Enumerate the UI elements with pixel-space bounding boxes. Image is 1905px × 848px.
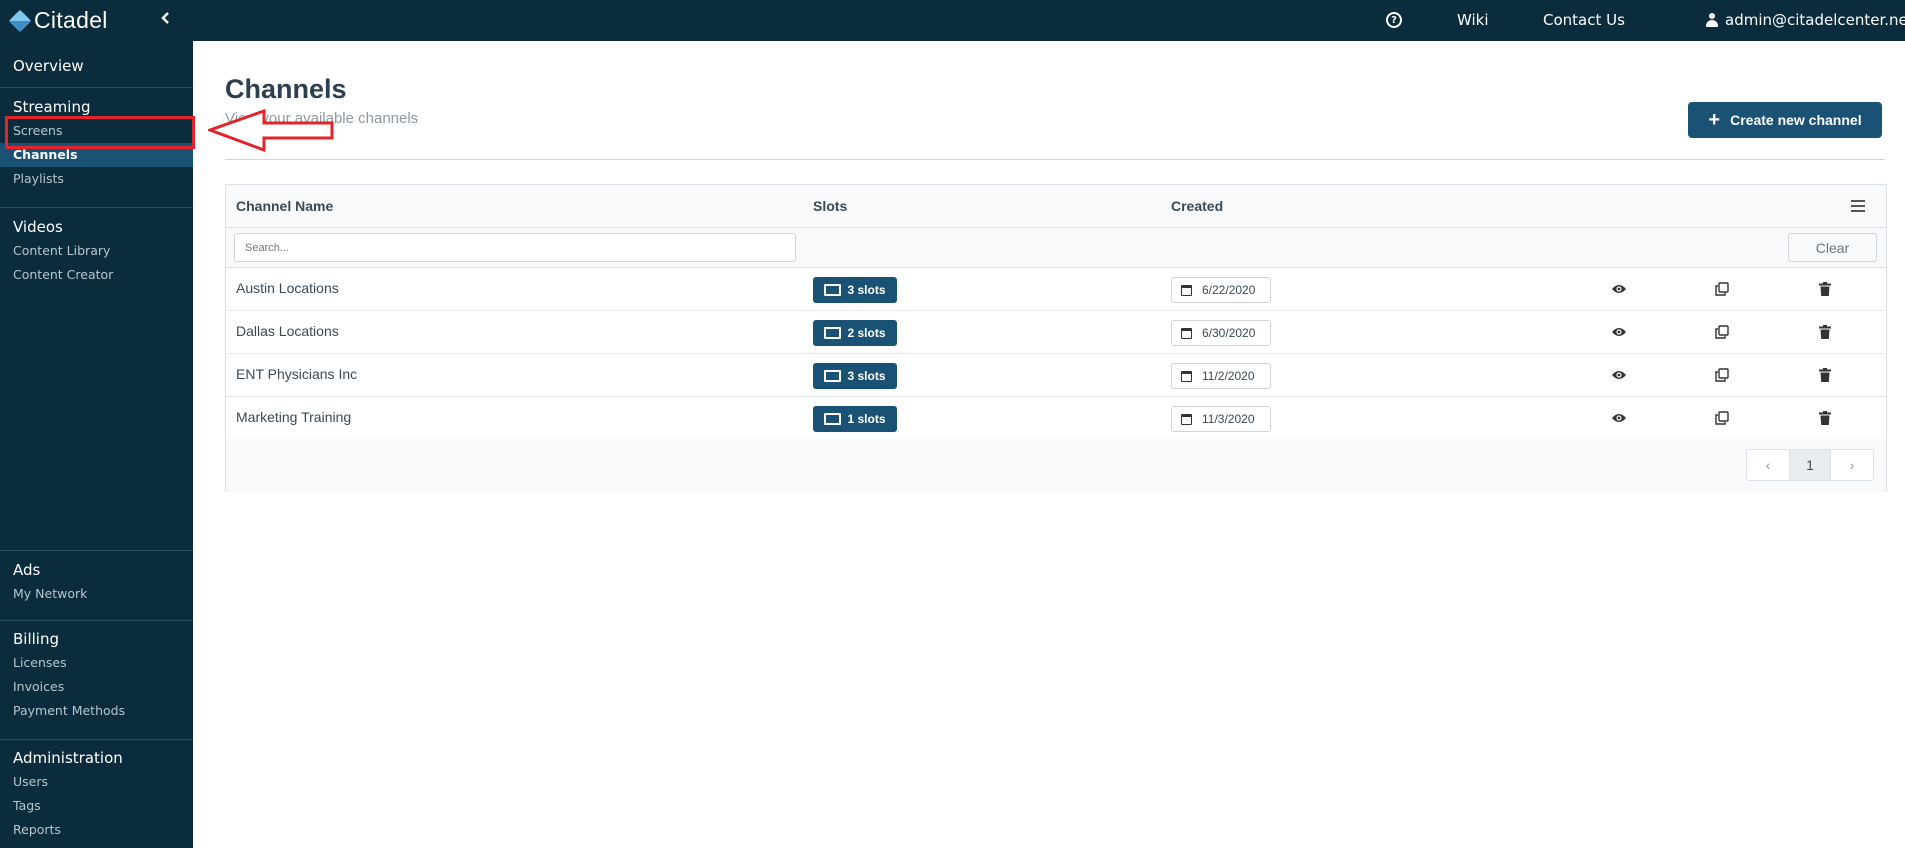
sidebar-item-invoices[interactable]: Invoices bbox=[0, 675, 193, 699]
monitor-icon bbox=[824, 284, 842, 296]
slots-count: 1 slots bbox=[847, 412, 886, 426]
pagination: ‹ 1 › bbox=[1746, 449, 1874, 481]
slots-count: 2 slots bbox=[847, 326, 886, 340]
channel-name[interactable]: Dallas Locations bbox=[236, 323, 339, 339]
wiki-link[interactable]: Wiki bbox=[1457, 11, 1489, 29]
sidebar-item-tags[interactable]: Tags bbox=[0, 794, 193, 818]
prev-page-button[interactable]: ‹ bbox=[1747, 450, 1789, 480]
monitor-icon bbox=[824, 413, 842, 425]
sidebar-item-playlists[interactable]: Playlists bbox=[0, 167, 193, 191]
delete-trash-icon[interactable] bbox=[1816, 280, 1834, 298]
created-date-value: 6/30/2020 bbox=[1202, 326, 1256, 340]
sidebar-item-content-creator[interactable]: Content Creator bbox=[0, 263, 193, 287]
sidebar-divider bbox=[0, 207, 193, 208]
calendar-icon bbox=[1181, 413, 1192, 425]
top-navbar: Citadel ? Wiki Contact Us admin@citadelc… bbox=[0, 0, 1905, 41]
annotation-arrow-icon bbox=[208, 108, 334, 153]
view-eye-icon[interactable] bbox=[1610, 409, 1628, 427]
sidebar-item-reports[interactable]: Reports bbox=[0, 818, 193, 842]
help-question-circle-icon[interactable]: ? bbox=[1386, 12, 1402, 28]
slots-badge[interactable]: 3 slots bbox=[813, 277, 897, 303]
copy-icon[interactable] bbox=[1713, 409, 1731, 427]
page-number-button[interactable]: 1 bbox=[1789, 450, 1831, 480]
filter-row: Clear bbox=[226, 228, 1886, 268]
monitor-icon bbox=[824, 370, 842, 382]
user-email: admin@citadelcenter.net bbox=[1725, 11, 1905, 29]
delete-trash-icon[interactable] bbox=[1816, 323, 1834, 341]
calendar-icon bbox=[1181, 284, 1192, 296]
slots-count: 3 slots bbox=[847, 369, 886, 383]
slots-count: 3 slots bbox=[847, 283, 886, 297]
delete-trash-icon[interactable] bbox=[1816, 409, 1834, 427]
next-page-button[interactable]: › bbox=[1831, 450, 1873, 480]
column-header-channel-name[interactable]: Channel Name bbox=[236, 198, 333, 214]
channel-name[interactable]: Austin Locations bbox=[236, 280, 339, 296]
delete-trash-icon[interactable] bbox=[1816, 366, 1834, 384]
sidebar-item-content-library[interactable]: Content Library bbox=[0, 239, 193, 263]
channel-name[interactable]: Marketing Training bbox=[236, 409, 351, 425]
view-eye-icon[interactable] bbox=[1610, 366, 1628, 384]
copy-icon[interactable] bbox=[1713, 280, 1731, 298]
column-menu-hamburger-icon[interactable] bbox=[1851, 200, 1865, 212]
column-header-created[interactable]: Created bbox=[1171, 198, 1223, 214]
sidebar-divider bbox=[0, 739, 193, 740]
calendar-icon bbox=[1181, 327, 1192, 339]
created-date: 6/30/2020 bbox=[1171, 320, 1271, 346]
search-input[interactable] bbox=[234, 233, 796, 262]
sidebar-item-overview[interactable]: Overview bbox=[0, 54, 193, 78]
table-footer: ‹ 1 › bbox=[226, 439, 1886, 492]
slots-badge[interactable]: 3 slots bbox=[813, 363, 897, 389]
calendar-icon bbox=[1181, 370, 1192, 382]
slots-badge[interactable]: 2 slots bbox=[813, 320, 897, 346]
table-row: Marketing Training 1 slots 11/3/2020 bbox=[226, 397, 1886, 440]
sidebar-item-users[interactable]: Users bbox=[0, 770, 193, 794]
sidebar: Overview Streaming Screens Channels Play… bbox=[0, 41, 193, 848]
copy-icon[interactable] bbox=[1713, 323, 1731, 341]
sidebar-heading-ads: Ads bbox=[13, 561, 41, 579]
view-eye-icon[interactable] bbox=[1610, 280, 1628, 298]
table-row: ENT Physicians Inc 3 slots 11/2/2020 bbox=[226, 354, 1886, 397]
sidebar-heading-billing: Billing bbox=[13, 630, 59, 648]
create-new-channel-button[interactable]: + Create new channel bbox=[1688, 102, 1882, 138]
monitor-icon bbox=[824, 327, 842, 339]
page-title: Channels bbox=[225, 74, 347, 104]
create-button-label: Create new channel bbox=[1730, 112, 1862, 128]
sidebar-item-payment-methods[interactable]: Payment Methods bbox=[0, 699, 193, 723]
sidebar-divider bbox=[0, 620, 193, 621]
created-date-value: 6/22/2020 bbox=[1202, 283, 1256, 297]
table-header: Channel Name Slots Created bbox=[226, 185, 1886, 228]
citadel-diamond-icon bbox=[8, 9, 32, 32]
clear-button[interactable]: Clear bbox=[1788, 233, 1877, 262]
sidebar-divider bbox=[0, 87, 193, 88]
created-date: 11/3/2020 bbox=[1171, 406, 1271, 432]
sidebar-heading-administration: Administration bbox=[13, 749, 123, 767]
citadel-logo[interactable]: Citadel bbox=[8, 7, 108, 34]
user-icon bbox=[1705, 13, 1719, 27]
sidebar-heading-videos: Videos bbox=[13, 218, 63, 236]
created-date-value: 11/2/2020 bbox=[1202, 369, 1255, 383]
channels-table: Channel Name Slots Created Clear Austin … bbox=[225, 184, 1887, 492]
created-date: 11/2/2020 bbox=[1171, 363, 1271, 389]
created-date: 6/22/2020 bbox=[1171, 277, 1271, 303]
user-menu[interactable]: admin@citadelcenter.net bbox=[1705, 11, 1905, 29]
column-header-slots[interactable]: Slots bbox=[813, 198, 847, 214]
sidebar-item-my-network[interactable]: My Network bbox=[0, 582, 193, 606]
copy-icon[interactable] bbox=[1713, 366, 1731, 384]
table-row: Dallas Locations 2 slots 6/30/2020 bbox=[226, 311, 1886, 354]
header-divider bbox=[225, 159, 1885, 160]
annotation-highlight-box bbox=[5, 116, 195, 149]
sidebar-item-licenses[interactable]: Licenses bbox=[0, 651, 193, 675]
sidebar-collapse-chevron-left-icon[interactable] bbox=[160, 10, 170, 29]
app-name: Citadel bbox=[34, 7, 108, 33]
sidebar-divider bbox=[0, 550, 193, 551]
slots-badge[interactable]: 1 slots bbox=[813, 406, 897, 432]
channel-name[interactable]: ENT Physicians Inc bbox=[236, 366, 357, 382]
table-row: Austin Locations 3 slots 6/22/2020 bbox=[226, 268, 1886, 311]
contact-us-link[interactable]: Contact Us bbox=[1543, 11, 1625, 29]
view-eye-icon[interactable] bbox=[1610, 323, 1628, 341]
created-date-value: 11/3/2020 bbox=[1202, 412, 1255, 426]
plus-icon: + bbox=[1708, 109, 1721, 131]
